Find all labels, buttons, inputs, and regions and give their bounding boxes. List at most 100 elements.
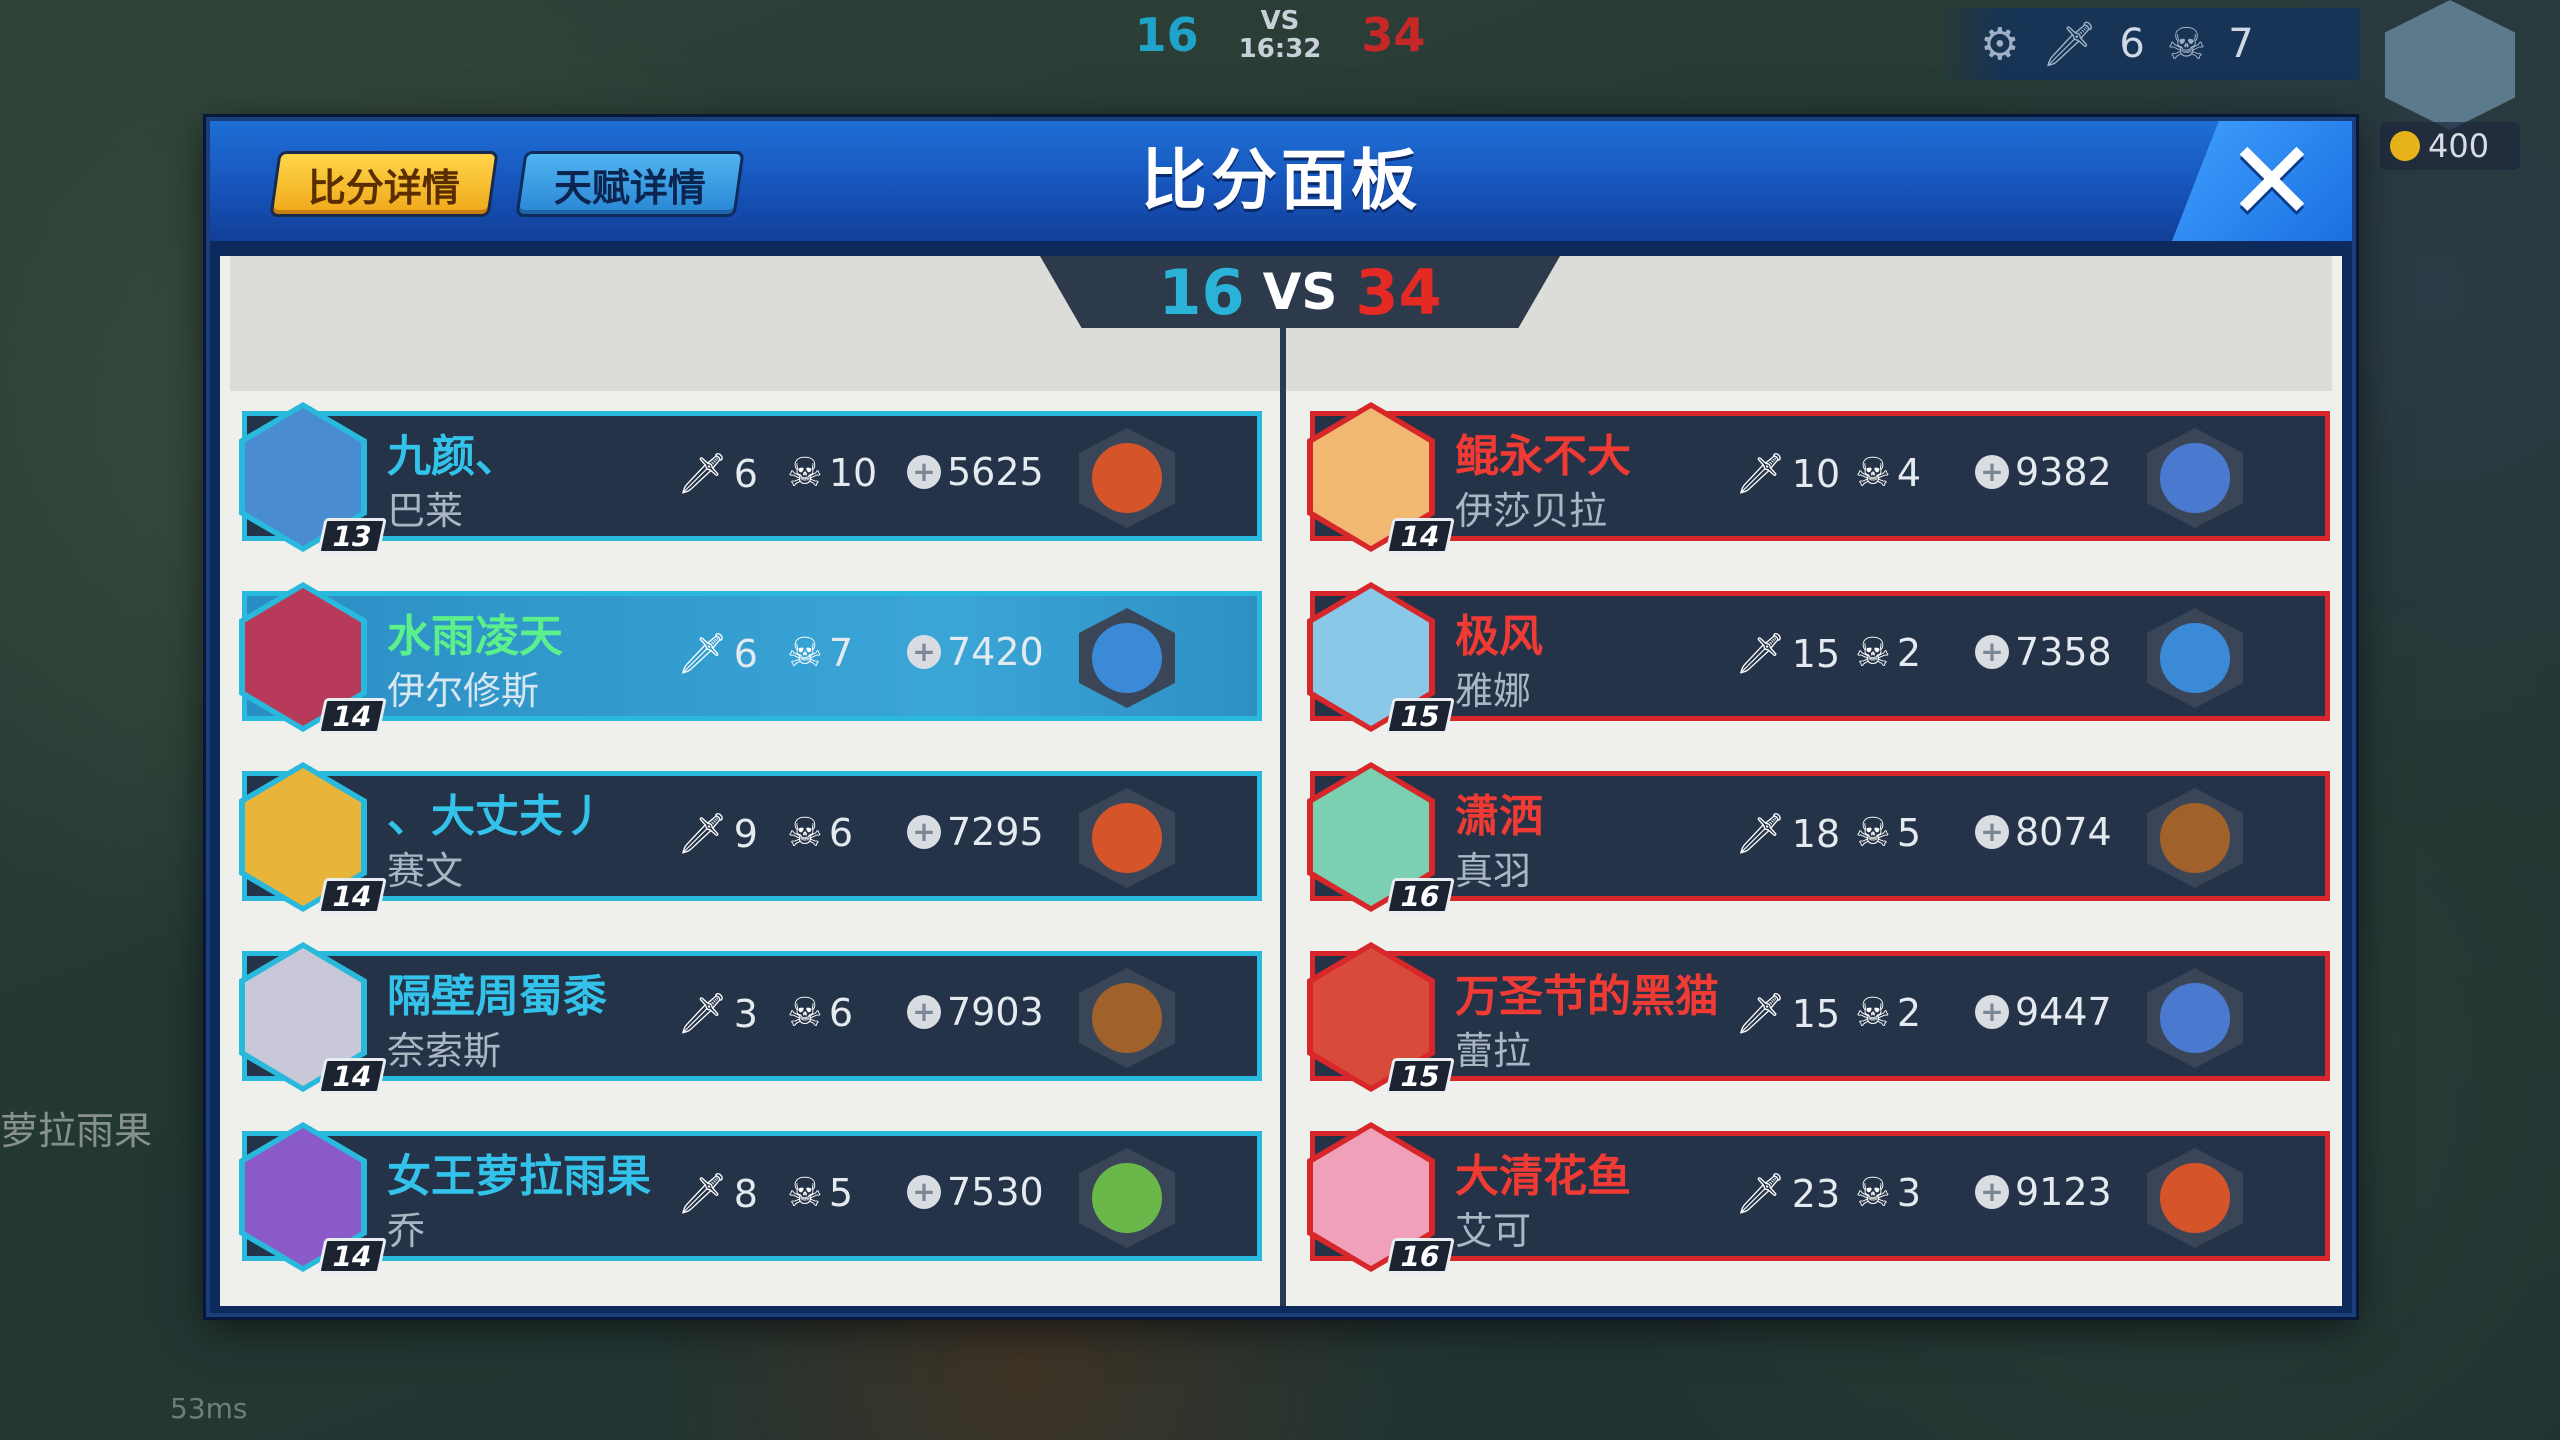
player-name: 、大丈夫丿 bbox=[387, 791, 607, 842]
tab-talent-details-label: 天赋详情 bbox=[553, 165, 706, 210]
hero-level-badge: 13 bbox=[317, 518, 387, 554]
coin-icon: + bbox=[1975, 815, 2009, 849]
kills-value: 10 bbox=[1791, 451, 1841, 496]
item-emblem bbox=[1092, 803, 1162, 873]
blue-team-row[interactable]: 14 女王萝拉雨果乔 🗡 8 ☠ 5 +7530 bbox=[239, 1122, 1262, 1274]
equipment-item-icon[interactable] bbox=[2147, 428, 2243, 528]
kills-stat: 🗡 15 bbox=[1735, 990, 1840, 1037]
blue-team-row[interactable]: 13 九颜、 巴莱 🗡 6 ☠ 10 +5625 bbox=[239, 402, 1262, 554]
coin-icon: + bbox=[1975, 455, 2009, 489]
kills-stat: 🗡 18 bbox=[1735, 810, 1840, 857]
kills-value: 15 bbox=[1791, 991, 1841, 1036]
gold-stat: +7358 bbox=[1975, 630, 2112, 674]
scoreboard-panel: 比分面板 比分详情 天赋详情 ✕ 16 VS 34 13 九颜、 巴莱 🗡 6 ☠ 10 +5… bbox=[206, 117, 2356, 1317]
item-emblem bbox=[1092, 983, 1162, 1053]
player-name: 隔壁周蜀黍 bbox=[387, 971, 607, 1022]
close-icon[interactable]: ✕ bbox=[2222, 126, 2322, 236]
deaths-value: 3 bbox=[1896, 1171, 1922, 1215]
deaths-stat: ☠ 5 bbox=[1855, 810, 1921, 856]
deaths-value: 10 bbox=[828, 451, 878, 495]
gold-stat: +7295 bbox=[907, 810, 1044, 854]
hero-name: 巴莱 bbox=[387, 489, 464, 533]
skull-icon: ☠ bbox=[1855, 1170, 1891, 1216]
sword-icon: 🗡 bbox=[1735, 631, 1786, 677]
item-emblem bbox=[2160, 1163, 2230, 1233]
panel-header: 比分面板 比分详情 天赋详情 ✕ bbox=[210, 121, 2352, 241]
blue-team-row[interactable]: 14 水雨凌天 伊尔修斯 🗡 6 ☠ 7 +7420 bbox=[239, 582, 1262, 734]
gold-stat: +8074 bbox=[1975, 810, 2112, 854]
gold-value: 5625 bbox=[947, 450, 1044, 494]
deaths-value: 6 bbox=[828, 811, 854, 855]
player-name: 水雨凌天 bbox=[387, 611, 563, 662]
coin-icon: + bbox=[1975, 635, 2009, 669]
deaths-stat: ☠ 10 bbox=[787, 450, 877, 496]
hero-name: 乔 bbox=[387, 1209, 426, 1253]
sword-icon: 🗡 bbox=[677, 1171, 728, 1217]
red-team-row[interactable]: 16 潇洒 真羽 🗡 18 ☠ 5 +8074 bbox=[1307, 762, 2330, 914]
hud-score: 16 VS 16:32 34 bbox=[1080, 0, 1480, 70]
gold-stat: +5625 bbox=[907, 450, 1044, 494]
coin-icon: + bbox=[907, 995, 941, 1029]
hud-coin-counter: 400 bbox=[2380, 122, 2520, 170]
player-name: 潇洒 bbox=[1455, 791, 1543, 842]
hud-deaths: 7 bbox=[2228, 21, 2254, 67]
gold-value: 9382 bbox=[2015, 450, 2112, 494]
equipment-item-icon[interactable] bbox=[2147, 1148, 2243, 1248]
skull-icon: ☠ bbox=[787, 810, 823, 856]
deaths-value: 7 bbox=[828, 631, 854, 675]
skull-icon: ☠ bbox=[787, 990, 823, 1036]
tab-talent-details[interactable]: 天赋详情 bbox=[515, 151, 745, 217]
deaths-stat: ☠ 5 bbox=[787, 1170, 853, 1216]
equipment-item-icon[interactable] bbox=[2147, 968, 2243, 1068]
hero-level-badge: 15 bbox=[1385, 698, 1455, 734]
hud-vs-time: VS 16:32 bbox=[1239, 7, 1322, 63]
item-emblem bbox=[1092, 443, 1162, 513]
tab-score-details[interactable]: 比分详情 bbox=[269, 151, 499, 217]
coin-icon: + bbox=[907, 455, 941, 489]
panel-body: 16 VS 34 13 九颜、 巴莱 🗡 6 ☠ 10 +5625 14 水雨凌天 伊尔修斯 🗡 6 ☠ 7… bbox=[220, 256, 2342, 1306]
kills-stat: 🗡 6 bbox=[677, 450, 758, 497]
red-team-row[interactable]: 15 极风 雅娜 🗡 15 ☠ 2 +7358 bbox=[1307, 582, 2330, 734]
deaths-value: 6 bbox=[828, 991, 854, 1035]
gold-stat: +9447 bbox=[1975, 990, 2112, 1034]
kills-value: 6 bbox=[733, 451, 758, 496]
hud-kills: 6 bbox=[2119, 21, 2145, 67]
deaths-stat: ☠ 6 bbox=[787, 990, 853, 1036]
skull-icon: ☠ bbox=[1855, 630, 1891, 676]
hud-vs-label: VS bbox=[1260, 6, 1300, 36]
red-team-row[interactable]: 15 万圣节的黑猫 蕾拉 🗡 15 ☠ 2 +9447 bbox=[1307, 942, 2330, 1094]
gold-value: 7420 bbox=[947, 630, 1044, 674]
gold-value: 9123 bbox=[2015, 1170, 2112, 1214]
equipment-item-icon[interactable] bbox=[1079, 788, 1175, 888]
deaths-value: 5 bbox=[828, 1171, 854, 1215]
sword-icon: 🗡 bbox=[2041, 19, 2098, 70]
item-emblem bbox=[2160, 983, 2230, 1053]
hero-name: 蕾拉 bbox=[1455, 1029, 1532, 1073]
gold-stat: +7903 bbox=[907, 990, 1044, 1034]
coin-icon: + bbox=[907, 1175, 941, 1209]
blue-team-row[interactable]: 14 隔壁周蜀黍 奈索斯 🗡 3 ☠ 6 +7903 bbox=[239, 942, 1262, 1094]
hero-level-badge: 16 bbox=[1385, 878, 1455, 914]
equipment-item-icon[interactable] bbox=[1079, 428, 1175, 528]
equipment-item-icon[interactable] bbox=[1079, 1148, 1175, 1248]
hero-level-badge: 16 bbox=[1385, 1238, 1455, 1274]
gear-icon[interactable]: ⚙ bbox=[1980, 19, 2019, 70]
equipment-item-icon[interactable] bbox=[2147, 608, 2243, 708]
coin-icon: + bbox=[907, 815, 941, 849]
deaths-value: 2 bbox=[1896, 991, 1922, 1035]
hud-ping: 53ms bbox=[170, 1392, 248, 1425]
hud-coin-value: 400 bbox=[2428, 127, 2490, 165]
equipment-item-icon[interactable] bbox=[2147, 788, 2243, 888]
hero-level-badge: 14 bbox=[1385, 518, 1455, 554]
sword-icon: 🗡 bbox=[677, 811, 728, 857]
deaths-stat: ☠ 2 bbox=[1855, 990, 1921, 1036]
equipment-item-icon[interactable] bbox=[1079, 968, 1175, 1068]
kills-value: 23 bbox=[1791, 1171, 1841, 1216]
blue-team-row[interactable]: 14 、大丈夫丿 赛文 🗡 9 ☠ 6 +7295 bbox=[239, 762, 1262, 914]
red-team-row[interactable]: 16 大清花鱼 艾可 🗡 23 ☠ 3 +9123 bbox=[1307, 1122, 2330, 1274]
red-team-row[interactable]: 14 鲲永不大 伊莎贝拉 🗡 10 ☠ 4 +9382 bbox=[1307, 402, 2330, 554]
kills-value: 3 bbox=[733, 991, 758, 1036]
equipment-item-icon[interactable] bbox=[1079, 608, 1175, 708]
sword-icon: 🗡 bbox=[1735, 811, 1786, 857]
hero-name: 赛文 bbox=[387, 849, 464, 893]
